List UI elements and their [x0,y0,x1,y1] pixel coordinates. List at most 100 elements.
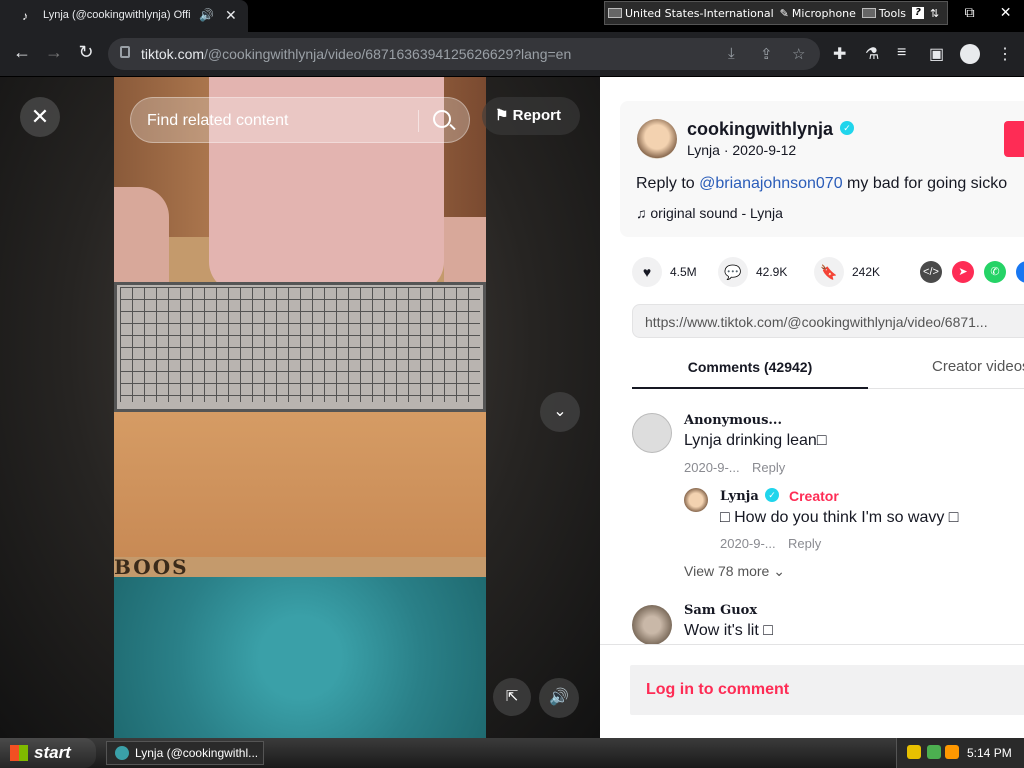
address-bar[interactable]: tiktok.com/@cookingwithlynja/video/68716… [108,38,820,70]
side-panel-icon[interactable]: ▣ [929,44,944,64]
language-label: United States-International [625,6,774,20]
comment-author[interactable]: Sam Guox [684,603,757,618]
install-app-icon[interactable]: ⤓ [728,45,735,62]
report-button[interactable]: ⚑ Report [482,97,580,135]
like-count: 4.5M [670,265,697,279]
tab-creator-videos[interactable]: Creator videos [932,347,1024,389]
description-prefix: Reply to [636,175,700,192]
search-icon[interactable] [433,110,451,128]
music-link[interactable]: ♫ original sound - Lynja [636,205,783,221]
facebook-icon[interactable]: f [1016,261,1024,283]
comment-author[interactable]: Lynja [720,489,759,504]
save-button[interactable]: 🔖 242K [814,257,880,287]
start-button[interactable]: start [0,738,96,768]
labs-flask-icon[interactable]: ⚗ [865,44,879,64]
reload-icon[interactable]: ↻ [74,42,98,63]
view-more-label: View 78 more [684,563,770,579]
comment-list[interactable]: Anonymous... Lynja drinking lean□ 2020-9… [600,389,1024,644]
comment-text: Wow it's lit □ [684,622,773,639]
comment-author[interactable]: Anonymous... [684,413,782,428]
video-frame-rack [120,287,480,402]
video-area: BOOS ✕ Find related content ⚑ Report ⌄ ⇱… [0,77,600,738]
author-avatar[interactable] [637,119,677,159]
comment-date: 2020-9-... [684,460,740,475]
floating-player-button[interactable]: ⇱ [493,678,531,716]
profile-avatar-icon[interactable] [960,44,980,64]
taskbar-item-browser[interactable]: Lynja (@cookingwithl... [106,741,264,765]
close-window-icon[interactable]: ✕ [1000,4,1012,21]
tiktok-favicon-icon: ♪ [22,9,28,23]
browser-tab[interactable]: ♪ Lynja (@cookingwithlynja) Offi 🔊 ✕ [0,0,248,34]
view-more-replies[interactable]: View 78 more ⌄ [684,563,785,580]
follow-button[interactable] [1004,121,1024,157]
comment-bubble-icon: 💬 [718,257,748,287]
tab-audio-icon[interactable]: 🔊 [199,8,214,22]
tab-title: Lynja (@cookingwithlynja) Offi [43,9,191,21]
tools-button[interactable]: Tools [859,7,909,20]
windows-flag-icon [10,745,28,761]
langbar-options-icon[interactable]: ⇅ [927,7,942,20]
network-icon[interactable] [927,745,941,759]
url-host: tiktok.com [141,46,205,62]
menu-kebab-icon[interactable]: ⋮ [997,44,1013,64]
reply-button[interactable]: Reply [788,536,821,551]
copy-link-field[interactable]: https://www.tiktok.com/@cookingwithlynja… [632,304,1024,338]
bookmark-icon: 🔖 [814,257,844,287]
login-to-comment-button[interactable]: Log in to comment [630,665,1024,715]
chevron-down-icon: ⌄ [773,563,785,579]
search-tray-icon[interactable] [945,745,959,759]
comment-button[interactable]: 💬 42.9K [718,257,787,287]
reply-button[interactable]: Reply [752,460,785,475]
volume-button[interactable]: 🔊 [539,678,579,718]
media-queue-icon[interactable]: ≡ [897,44,906,62]
flag-icon: ⚑ [495,107,513,124]
system-tray: 5:14 PM [896,738,1024,768]
close-video-button[interactable]: ✕ [20,97,60,137]
report-label: Report [512,107,561,124]
heart-icon: ♥ [632,257,662,287]
comment-text: Lynja drinking lean□ [684,432,827,449]
whatsapp-icon[interactable]: ✆ [984,261,1006,283]
speaker-icon: 🔊 [549,689,569,706]
url-text: tiktok.com/@cookingwithlynja/video/68716… [141,46,571,62]
related-search-input[interactable]: Find related content [130,97,470,143]
verified-badge-icon: ✓ [840,121,854,135]
mention-link[interactable]: @brianajohnson070 [699,175,842,192]
tab-comments[interactable]: Comments (42942) [632,347,868,389]
action-bar: ♥ 4.5M 💬 42.9K 🔖 242K </> ➤ ✆ f [632,257,1024,287]
creator-badge: Creator [789,488,839,504]
help-button[interactable]: ? [909,7,927,19]
clock: 5:14 PM [967,746,1012,760]
next-video-button[interactable]: ⌄ [540,392,580,432]
author-username[interactable]: cookingwithlynja [687,119,833,140]
keyboard-layout[interactable]: United States-International [605,7,777,20]
avatar[interactable] [632,413,672,453]
music-note-icon: ♫ [636,205,651,221]
video-frame-brand: BOOS [114,555,189,579]
restore-window-icon[interactable]: ⧉ [965,4,975,21]
embed-code-icon[interactable]: </> [920,261,942,283]
tiktok-page: BOOS ✕ Find related content ⚑ Report ⌄ ⇱… [0,77,1024,738]
description-suffix: my bad for going sicko [842,175,1008,192]
avatar[interactable] [632,605,672,644]
tools-icon [861,8,876,18]
lock-icon [120,46,130,58]
video-frame-counter [114,577,486,738]
video-player[interactable]: BOOS [114,77,486,738]
forward-arrow-icon[interactable]: → [42,42,66,63]
security-shield-icon[interactable] [907,745,921,759]
extensions-puzzle-icon[interactable]: ✚ [833,44,846,64]
comment-count: 42.9K [756,265,788,279]
back-arrow-icon[interactable]: ← [10,42,34,63]
tab-close-icon[interactable]: ✕ [225,7,237,24]
send-to-friends-icon[interactable]: ➤ [952,261,974,283]
author-name-date: Lynja · 2020-9-12 [687,142,797,158]
avatar[interactable] [684,488,708,512]
music-label: original sound - Lynja [650,205,783,221]
search-divider [418,110,419,132]
language-bar: United States-International ✎ Microphone … [604,1,948,25]
share-page-icon[interactable]: ⇪ [760,45,773,63]
like-button[interactable]: ♥ 4.5M [632,257,697,287]
microphone-button[interactable]: ✎ Microphone [777,7,859,20]
bookmark-star-icon[interactable]: ☆ [792,45,805,63]
